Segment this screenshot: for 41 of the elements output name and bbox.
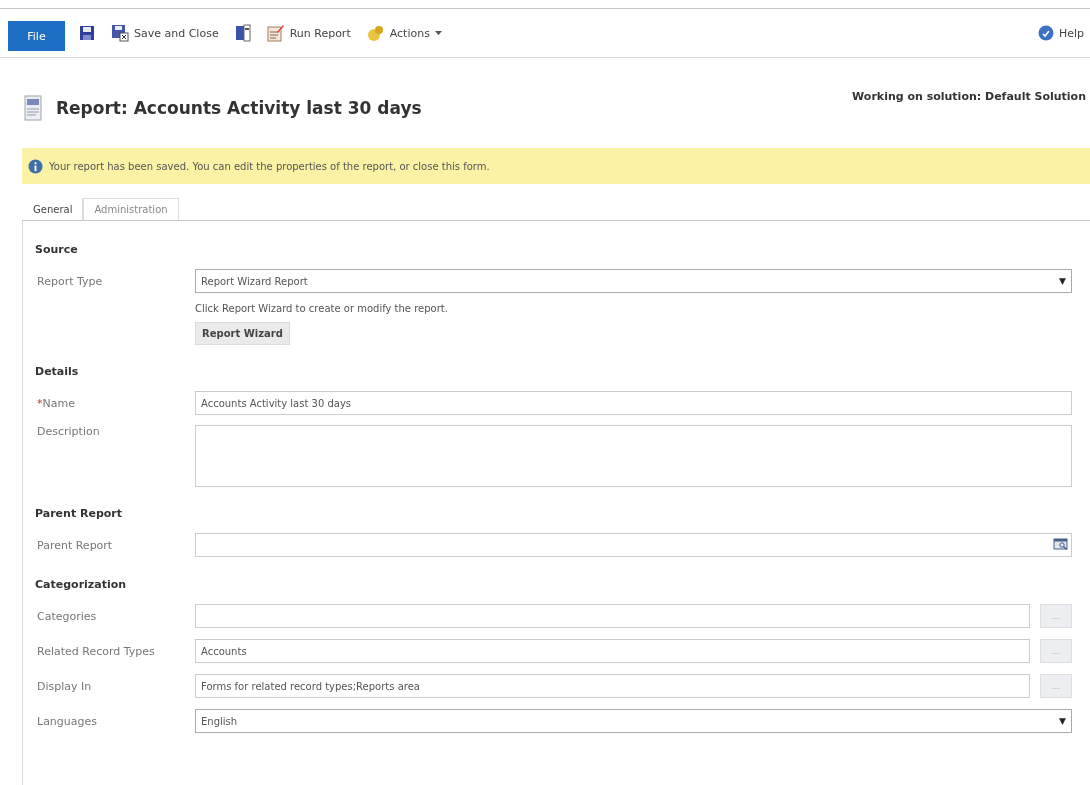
info-icon [28, 158, 43, 174]
save-button[interactable] [77, 23, 97, 43]
hint-text: Click Report Wizard to create or modify the report. [195, 303, 448, 314]
solution-label: Working on solution: Default Solution [852, 90, 1086, 103]
field-label: Languages [36, 714, 99, 728]
file-button[interactable]: File [8, 21, 65, 51]
actions-icon [366, 24, 385, 42]
report-document-icon [24, 95, 42, 121]
help-button[interactable]: Help [1035, 23, 1086, 43]
notification-text: Your report has been saved. You can edit the properties of the report, or close this form. [49, 160, 490, 172]
text-field[interactable]: Accounts [195, 639, 1030, 663]
document-icon [234, 24, 251, 42]
field-label: Description [36, 425, 101, 438]
dropdown-field[interactable]: English ▼ [195, 709, 1072, 733]
text-field[interactable] [195, 604, 1030, 628]
lookup-icon [1053, 538, 1069, 552]
field-label: Display In [36, 679, 93, 693]
text-field[interactable]: Forms for related record types;Reports area [195, 674, 1030, 698]
section-heading: Details [35, 365, 80, 378]
save-close-button[interactable]: Save and Close [109, 22, 221, 44]
report-run-icon [266, 24, 285, 42]
field-label: *Name [36, 396, 76, 410]
lookup-field[interactable] [195, 533, 1072, 557]
actions-button[interactable]: Actions [364, 22, 444, 44]
text-field[interactable]: Accounts Activity last 30 days [195, 391, 1072, 415]
section-heading: Categorization [35, 578, 128, 591]
section-heading: Parent Report [35, 507, 124, 520]
run-report-button[interactable]: Run Report [264, 22, 353, 44]
field-label: Categories [36, 609, 98, 623]
report-wizard-button[interactable]: Report Wizard [195, 322, 290, 345]
section-heading: Source [35, 243, 79, 256]
field-label: Related Record Types [36, 644, 156, 658]
form-title: Report: Accounts Activity last 30 days [56, 98, 422, 118]
field-label: Report Type [36, 274, 104, 288]
dropdown-field[interactable]: Report Wizard Report ▼ [195, 269, 1072, 293]
help-icon [1037, 25, 1054, 41]
text-area[interactable] [195, 425, 1072, 487]
required-mark: * [37, 396, 43, 410]
save-close-icon [111, 24, 129, 42]
field-label: Parent Report [36, 538, 114, 552]
form-tab[interactable]: Administration [83, 198, 179, 220]
